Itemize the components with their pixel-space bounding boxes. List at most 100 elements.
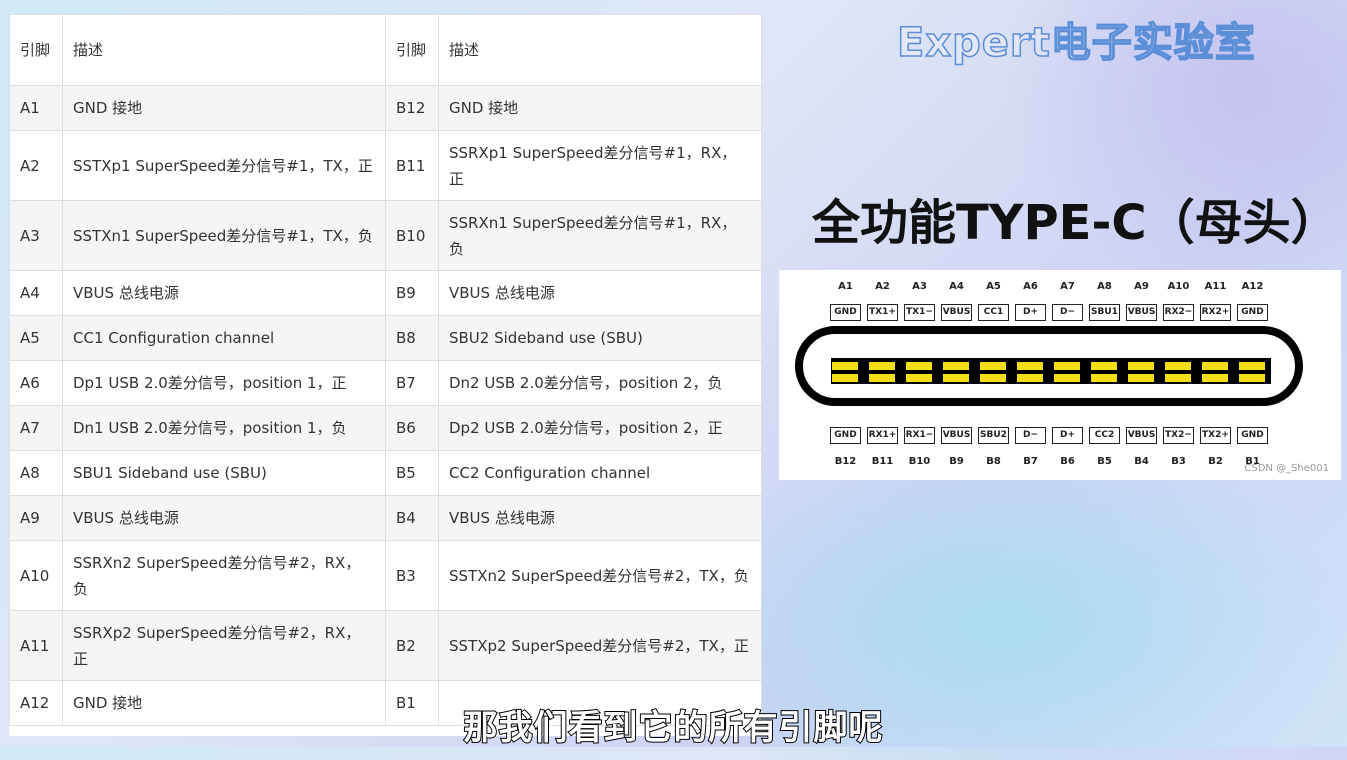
table-row: A7 Dn1 USB 2.0差分信号，position 1，负 B6 Dp2 USB … xyxy=(9,405,762,451)
table-row: A1 GND 接地 B12 GND 接地 xyxy=(9,85,762,131)
pin-cell: B7 xyxy=(385,360,439,406)
pin-cell: A7 xyxy=(9,405,63,451)
contact-top xyxy=(832,362,858,370)
pin-cell: B8 xyxy=(385,315,439,361)
header-desc-b: 描述 xyxy=(438,14,762,86)
bottom-pin-numbers: B12 B11 B10 B9 B8 B7 B6 B5 B4 B3 B2 B1 xyxy=(827,456,1271,467)
contact-bottom xyxy=(1202,374,1228,382)
contact-top xyxy=(869,362,895,370)
pin-number-label: B9 xyxy=(949,456,964,467)
pin-cell: A1 xyxy=(9,85,63,131)
table-row: A9 VBUS 总线电源 B4 VBUS 总线电源 xyxy=(9,495,762,541)
pin-number-label: A12 xyxy=(1241,281,1264,292)
table-row: A4 VBUS 总线电源 B9 VBUS 总线电源 xyxy=(9,270,762,316)
pin-number-label: A6 xyxy=(1023,281,1038,292)
pin-signal-label: GND xyxy=(1237,427,1268,444)
video-subtitle: 那我们看到它的所有引脚呢 xyxy=(463,707,884,749)
contact-bottom xyxy=(1054,374,1080,382)
pin-number-label: B4 xyxy=(1134,456,1149,467)
pin-number-label: B11 xyxy=(871,456,894,467)
pin-signal-label: SBU2 xyxy=(978,427,1009,444)
pin-signal-label: RX1+ xyxy=(867,427,898,444)
contact-top xyxy=(943,362,969,370)
pin-box-wrapper: GND xyxy=(1234,304,1271,321)
desc-cell: CC2 Configuration channel xyxy=(438,450,762,496)
pin-signal-label: D+ xyxy=(1015,304,1046,321)
pin-box-wrapper: RX2+ xyxy=(1197,304,1234,321)
watermark: CSDN @_She001 xyxy=(1244,463,1329,474)
brand-logo-text: Expert电子实验室 xyxy=(896,19,1256,67)
contact-top xyxy=(1239,362,1265,370)
contact-bottom xyxy=(1128,374,1154,382)
pin-box-wrapper: TX1− xyxy=(901,304,938,321)
pin-table-panel: 引脚 描述 引脚 描述 A1 GND 接地 B12 GND 接地 A2 SSTXp1 Su… xyxy=(9,14,762,736)
pin-cell: A2 xyxy=(9,130,63,201)
pin-box-wrapper: VBUS xyxy=(938,304,975,321)
pin-signal-label: TX2+ xyxy=(1200,427,1231,444)
pin-cell: A6 xyxy=(9,360,63,406)
desc-cell: SSTXn1 SuperSpeed差分信号#1，TX，负 xyxy=(62,200,386,271)
table-row: A11 SSRXp2 SuperSpeed差分信号#2，RX，正 B2 SSTXp2 … xyxy=(9,610,762,681)
pin-box-wrapper: GND xyxy=(827,427,864,444)
pin-box-wrapper: RX1+ xyxy=(864,427,901,444)
pin-cell: B6 xyxy=(385,405,439,451)
pin-signal-label: GND xyxy=(1237,304,1268,321)
desc-cell: GND 接地 xyxy=(62,85,386,131)
pin-number-label: A4 xyxy=(949,281,964,292)
desc-cell: SBU2 Sideband use (SBU) xyxy=(438,315,762,361)
desc-cell: SSTXp2 SuperSpeed差分信号#2，TX，正 xyxy=(438,610,762,681)
pin-number-label: A7 xyxy=(1060,281,1075,292)
pin-signal-label: TX2− xyxy=(1163,427,1194,444)
desc-cell: SSRXn1 SuperSpeed差分信号#1，RX，负 xyxy=(438,200,762,271)
pin-signal-label: CC1 xyxy=(978,304,1009,321)
pin-cell: A5 xyxy=(9,315,63,361)
pin-number-label: B3 xyxy=(1171,456,1186,467)
pin-signal-label: VBUS xyxy=(941,304,972,321)
pin-cell: B9 xyxy=(385,270,439,316)
table-row: A5 CC1 Configuration channel B8 SBU2 Sideba… xyxy=(9,315,762,361)
pin-signal-label: GND xyxy=(830,304,861,321)
pin-cell: A10 xyxy=(9,540,63,611)
pin-number-label: A2 xyxy=(875,281,890,292)
pin-box-wrapper: D− xyxy=(1012,427,1049,444)
contact-bottom xyxy=(906,374,932,382)
pin-signal-label: SBU1 xyxy=(1089,304,1120,321)
contact-bottom xyxy=(832,374,858,382)
desc-cell: SSRXn2 SuperSpeed差分信号#2，RX，负 xyxy=(62,540,386,611)
pin-box-wrapper: CC1 xyxy=(975,304,1012,321)
bottom-pin-signals: GND RX1+ RX1− VBUS SBU2 D− D+ CC2 VBUS TX2− TX2+ GN… xyxy=(827,427,1271,444)
pin-number-label: B2 xyxy=(1208,456,1223,467)
pin-cell: B5 xyxy=(385,450,439,496)
pin-signal-label: RX2− xyxy=(1163,304,1194,321)
header-pin-b: 引脚 xyxy=(385,14,439,86)
pin-number-label: B6 xyxy=(1060,456,1075,467)
pin-cell: B11 xyxy=(385,130,439,201)
pin-box-wrapper: VBUS xyxy=(1123,304,1160,321)
pin-signal-label: TX1+ xyxy=(867,304,898,321)
pin-cell: B3 xyxy=(385,540,439,611)
pin-box-wrapper: RX2− xyxy=(1160,304,1197,321)
desc-cell: SSTXp1 SuperSpeed差分信号#1，TX，正 xyxy=(62,130,386,201)
pin-signal-label: VBUS xyxy=(1126,427,1157,444)
pin-box-wrapper: D+ xyxy=(1012,304,1049,321)
pin-box-wrapper: VBUS xyxy=(938,427,975,444)
pin-cell: B10 xyxy=(385,200,439,271)
contact-bottom xyxy=(980,374,1006,382)
pin-signal-label: VBUS xyxy=(1126,304,1157,321)
contact-top xyxy=(906,362,932,370)
pin-box-wrapper: TX2− xyxy=(1160,427,1197,444)
pin-box-wrapper: D+ xyxy=(1049,427,1086,444)
pin-cell: A4 xyxy=(9,270,63,316)
pin-signal-label: D+ xyxy=(1052,427,1083,444)
desc-cell: VBUS 总线电源 xyxy=(62,270,386,316)
contact-top xyxy=(1017,362,1043,370)
desc-cell: CC1 Configuration channel xyxy=(62,315,386,361)
desc-cell: VBUS 总线电源 xyxy=(438,495,762,541)
desc-cell: Dn2 USB 2.0差分信号，position 2，负 xyxy=(438,360,762,406)
pin-box-wrapper: RX1− xyxy=(901,427,938,444)
contact-top xyxy=(980,362,1006,370)
headline: 全功能TYPE-C（母头） xyxy=(812,195,1339,251)
pin-signal-label: D− xyxy=(1015,427,1046,444)
table-row: A10 SSRXn2 SuperSpeed差分信号#2，RX，负 B3 SSTXn2 … xyxy=(9,540,762,611)
contact-top xyxy=(1202,362,1228,370)
